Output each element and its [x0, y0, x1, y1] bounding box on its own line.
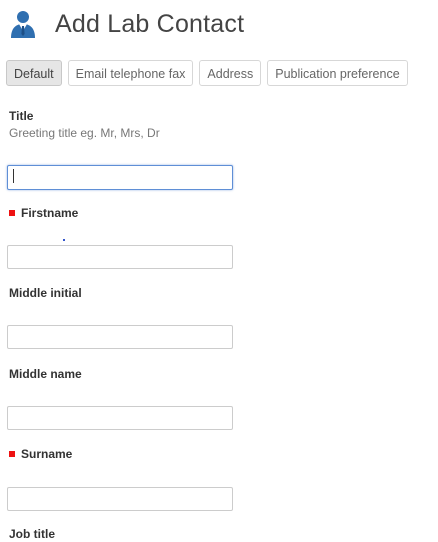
title-label-text: Title: [9, 109, 34, 123]
firstname-label-text: Firstname: [21, 206, 79, 220]
job-title-label-text: Job title: [9, 527, 56, 541]
page-header: Add Lab Contact: [8, 6, 244, 42]
title-help-text: Greeting title eg. Mr, Mrs, Dr: [9, 126, 160, 140]
title-input[interactable]: [7, 165, 233, 190]
title-label: Title: [9, 109, 33, 123]
text-caret: [13, 169, 14, 183]
required-marker-icon: [9, 451, 15, 457]
stray-dot: [63, 239, 65, 241]
firstname-label: Firstname: [9, 206, 78, 220]
page-title: Add Lab Contact: [55, 9, 245, 38]
firstname-input[interactable]: [7, 245, 233, 269]
required-marker-icon: [9, 210, 15, 216]
middle-initial-input[interactable]: [7, 325, 233, 349]
tab-address[interactable]: Address: [199, 60, 262, 86]
contact-person-icon: [11, 11, 35, 38]
middle-initial-label: Middle initial: [9, 286, 82, 300]
middle-name-input[interactable]: [7, 406, 233, 430]
tab-default[interactable]: Default: [6, 60, 62, 86]
surname-label-text: Surname: [21, 447, 73, 461]
job-title-label: Job title: [9, 527, 55, 541]
tab-bar: Default Email telephone fax Address Publ…: [6, 60, 408, 86]
surname-input[interactable]: [7, 487, 233, 511]
tab-email-telephone-fax[interactable]: Email telephone fax: [67, 60, 194, 86]
surname-label: Surname: [9, 447, 72, 461]
middle-name-label: Middle name: [9, 367, 82, 381]
tab-publication-preference[interactable]: Publication preference: [267, 60, 408, 86]
middle-initial-label-text: Middle initial: [9, 286, 82, 300]
middle-name-label-text: Middle name: [9, 367, 82, 381]
